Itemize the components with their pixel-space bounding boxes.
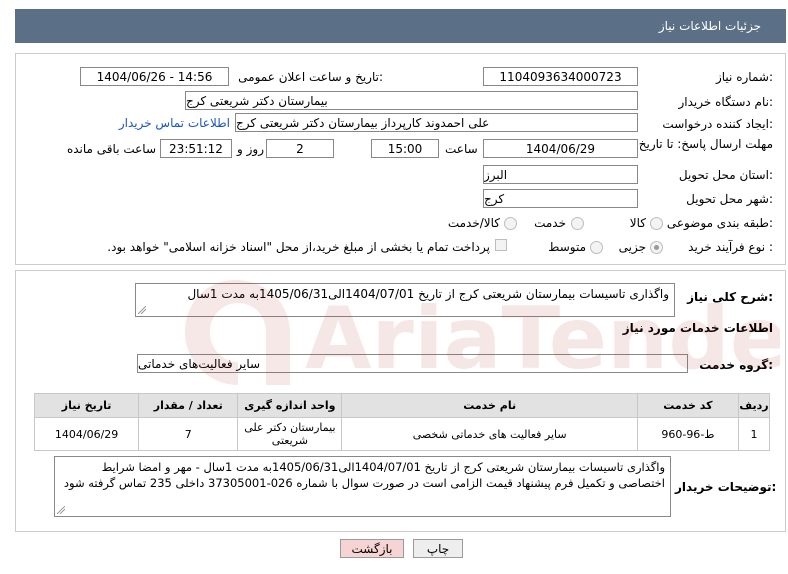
buyer-notes-line-1: واگذاری تاسیسات بیمارستان شریعتی کرج از … bbox=[101, 460, 665, 474]
page-title: جزئیات اطلاعات نیاز bbox=[658, 19, 761, 33]
summary-label: شرح کلی نیاز: bbox=[687, 290, 773, 304]
category-option-service: خدمت bbox=[534, 216, 566, 230]
column-header: تعداد / مقدار bbox=[138, 393, 239, 418]
page-header: جزئیات اطلاعات نیاز bbox=[15, 9, 786, 43]
process-label: نوع فرآیند خرید : bbox=[688, 240, 773, 254]
category-label: طبقه بندی موضوعی: bbox=[666, 216, 773, 230]
table-row: 1 ط-96-960 سایر فعالیت های خدماتی شخصی ب… bbox=[33, 417, 771, 451]
column-header: نام خدمت bbox=[341, 393, 638, 418]
category-option-goods-service: کالا/خدمت bbox=[447, 216, 500, 230]
summary-text: واگذاری تاسیسات بیمارستان شریعتی کرج از … bbox=[187, 287, 669, 301]
days-field[interactable]: 2 bbox=[266, 139, 334, 158]
buyer-notes-textarea[interactable]: واگذاری تاسیسات بیمارستان شریعتی کرج از … bbox=[54, 456, 671, 517]
table-cell: 7 bbox=[138, 417, 239, 451]
table-header-row: ردیف کد خدمت نام خدمت واحد اندازه گیری ت… bbox=[33, 393, 771, 418]
print-button[interactable]: چاپ bbox=[413, 539, 463, 558]
category-radio-service[interactable] bbox=[571, 217, 584, 230]
announce-label: تاریخ و ساعت اعلان عمومی: bbox=[238, 70, 383, 84]
column-header: تاریخ نیاز bbox=[33, 393, 140, 418]
treasury-checkbox[interactable] bbox=[495, 239, 507, 251]
deadline-time-label: ساعت bbox=[445, 142, 478, 156]
category-radio-goods[interactable] bbox=[650, 217, 663, 230]
buyer-org-label: نام دستگاه خریدار: bbox=[678, 95, 774, 109]
city-label: شهر محل تحویل: bbox=[686, 192, 773, 206]
deadline-date-field[interactable]: 1404/06/29 bbox=[483, 139, 638, 158]
remaining-time-field[interactable]: 23:51:12 bbox=[160, 139, 232, 158]
days-label: روز و bbox=[237, 142, 264, 156]
column-header: واحد اندازه گیری bbox=[237, 393, 343, 418]
creator-label: ایجاد کننده درخواست: bbox=[662, 117, 773, 131]
table-cell: سایر فعالیت های خدماتی شخصی bbox=[341, 417, 638, 451]
process-radio-minor[interactable] bbox=[650, 241, 663, 254]
buyer-notes-label: توضیحات خریدار: bbox=[675, 480, 776, 494]
creator-field[interactable]: علی احمدوند کارپرداز بیمارستان دکتر شریع… bbox=[235, 113, 638, 132]
announce-datetime-field[interactable]: 1404/06/26 - 14:56 bbox=[80, 67, 229, 86]
summary-textarea[interactable]: واگذاری تاسیسات بیمارستان شریعتی کرج از … bbox=[135, 283, 675, 317]
back-button[interactable]: بازگشت bbox=[340, 539, 404, 558]
buyer-notes-line-2: اختصاصی و تکمیل فرم پیشنهاد قیمت الزامی … bbox=[63, 476, 665, 490]
service-group-label: گروه خدمت: bbox=[699, 358, 773, 372]
table-cell: ط-96-960 bbox=[636, 417, 739, 451]
process-radio-medium[interactable] bbox=[590, 241, 603, 254]
payment-note: پرداخت تمام یا بخشی از مبلغ خرید،از محل … bbox=[107, 240, 490, 254]
process-option-medium: متوسط bbox=[548, 240, 586, 254]
buyer-org-field[interactable]: بیمارستان دکتر شریعتی کرج bbox=[185, 91, 638, 110]
buyer-contact-link[interactable]: اطلاعات تماس خریدار bbox=[119, 116, 230, 130]
services-section-title: اطلاعات خدمات مورد نیاز bbox=[622, 321, 773, 335]
province-field[interactable]: البرز bbox=[483, 165, 638, 184]
process-option-minor: جزیی bbox=[618, 240, 646, 254]
need-number-field[interactable]: 1104093634000723 bbox=[483, 67, 638, 86]
city-field[interactable]: کرج bbox=[483, 189, 638, 208]
table-cell: 1404/06/29 bbox=[33, 417, 140, 451]
remaining-time-label: ساعت باقی مانده bbox=[66, 142, 156, 156]
province-label: استان محل تحویل: bbox=[678, 168, 773, 182]
category-option-goods: کالا bbox=[629, 216, 646, 230]
column-header: کد خدمت bbox=[636, 393, 739, 418]
deadline-label: مهلت ارسال پاسخ: تا تاریخ: bbox=[634, 137, 773, 151]
category-radio-goods-service[interactable] bbox=[504, 217, 517, 230]
table-cell: بیمارستان دکتر علی شریعتی bbox=[237, 417, 343, 451]
need-number-label: شماره نیاز: bbox=[715, 70, 773, 84]
table-cell: 1 bbox=[737, 417, 771, 451]
services-table: ردیف کد خدمت نام خدمت واحد اندازه گیری ت… bbox=[33, 393, 771, 451]
resize-grip-icon bbox=[57, 506, 65, 514]
resize-grip-icon bbox=[138, 306, 146, 314]
deadline-time-field[interactable]: 15:00 bbox=[371, 139, 439, 158]
column-header: ردیف bbox=[737, 393, 771, 418]
service-group-field[interactable]: سایر فعالیت‌های خدماتی bbox=[137, 354, 688, 373]
